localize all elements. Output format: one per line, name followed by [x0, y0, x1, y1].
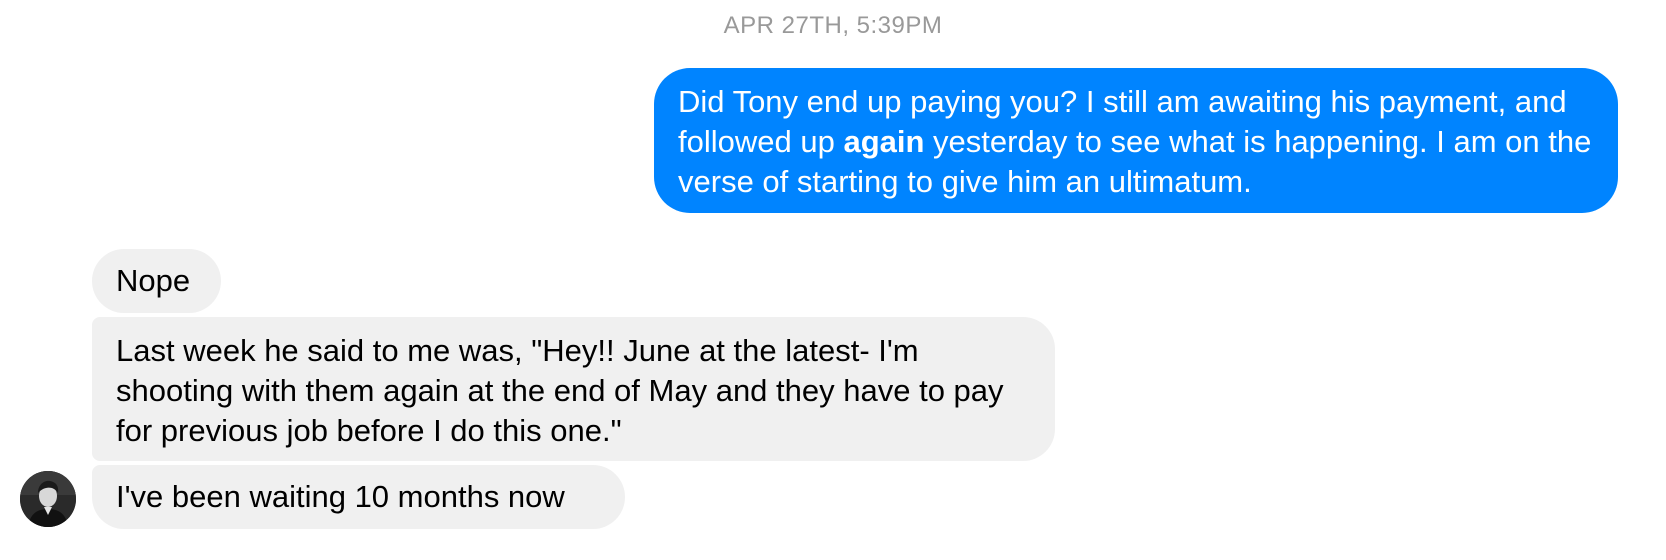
incoming-message-bubble[interactable]: I've been waiting 10 months now [92, 465, 625, 529]
incoming-message-text: Nope [116, 263, 191, 298]
avatar-icon [20, 471, 76, 527]
incoming-message-bubble[interactable]: Last week he said to me was, "Hey!! June… [92, 317, 1055, 461]
message-timestamp: APR 27TH, 5:39PM [723, 12, 943, 39]
outgoing-message-bold-word: again [843, 124, 925, 159]
incoming-message-text: Last week he said to me was, "Hey!! June… [116, 333, 1004, 448]
sender-avatar[interactable] [20, 471, 76, 527]
incoming-message-bubble[interactable]: Nope [92, 249, 221, 313]
incoming-message-text: I've been waiting 10 months now [116, 479, 565, 514]
outgoing-message-bubble[interactable]: Did Tony end up paying you? I still am a… [654, 68, 1618, 213]
